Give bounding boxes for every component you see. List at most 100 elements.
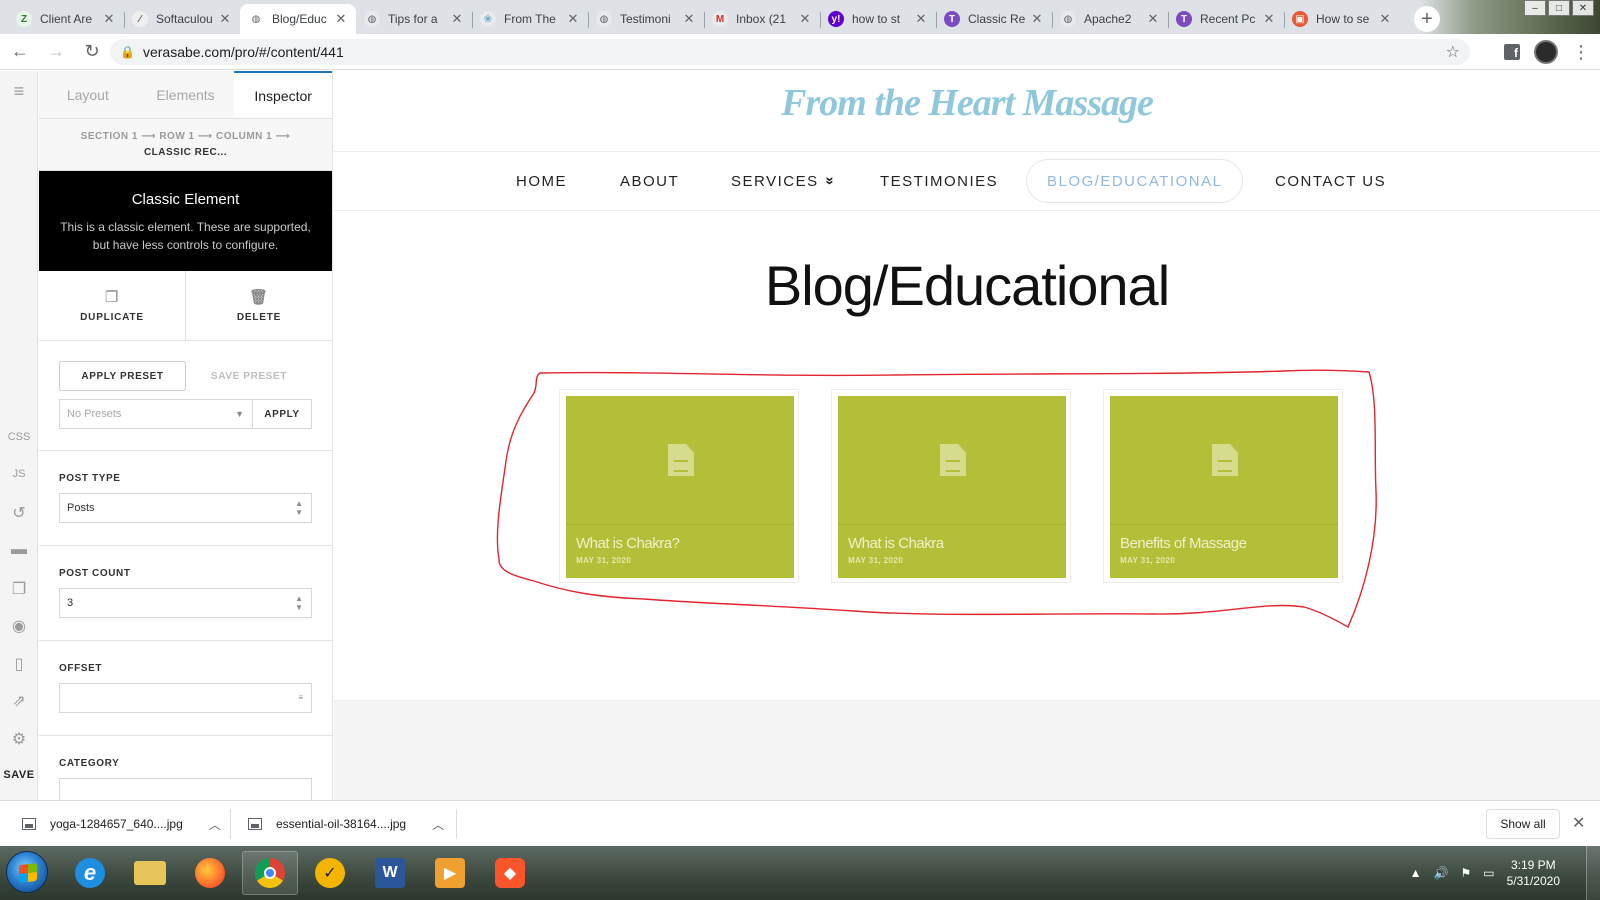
nav-contact-us[interactable]: CONTACT US	[1275, 152, 1386, 210]
post-type-select[interactable]: Posts ▲ ▼	[59, 493, 312, 523]
nav-blog-educational[interactable]: BLOG/EDUCATIONAL	[1026, 159, 1244, 203]
taskbar-word[interactable]: W	[362, 851, 418, 895]
post-card[interactable]: What is Chakra MAY 31, 2020	[831, 389, 1071, 583]
maximize-button[interactable]: □	[1548, 0, 1570, 16]
stepper-arrows-icon[interactable]: ▲ ▼	[295, 594, 303, 612]
taskbar-file-explorer[interactable]	[122, 851, 178, 895]
browser-tab[interactable]: ∕ Softaculou ✕	[124, 4, 240, 34]
post-card[interactable]: Benefits of Massage MAY 31, 2020	[1103, 389, 1343, 583]
taskbar-firefox[interactable]	[182, 851, 238, 895]
new-tab-button[interactable]: +	[1414, 6, 1440, 32]
bookmark-star-icon[interactable]: ☆	[1446, 42, 1460, 62]
nav-testimonies[interactable]: TESTIMONIES	[880, 152, 998, 210]
preview-icon[interactable]: ◉	[0, 616, 38, 636]
volume-icon[interactable]: 🔊	[1434, 866, 1449, 880]
browser-tab[interactable]: y! how to st ✕	[820, 4, 936, 34]
nav-services[interactable]: SERVICES »	[731, 152, 838, 210]
settings-gear-icon[interactable]: ⚙	[0, 729, 38, 749]
site-title[interactable]: From the Heart Massage	[334, 81, 1600, 125]
browser-tab[interactable]: ▣ How to se ✕	[1284, 4, 1400, 34]
tab-close-icon[interactable]: ✕	[566, 11, 580, 27]
chevron-up-icon[interactable]: ︿	[209, 816, 221, 833]
css-button[interactable]: CSS	[0, 431, 38, 443]
post-card[interactable]: What is Chakra? MAY 31, 2020	[559, 389, 799, 583]
browser-tab[interactable]: ◍ Blog/Educ ✕	[240, 4, 356, 34]
category-select[interactable]	[59, 778, 312, 800]
save-preset-button[interactable]: SAVE PRESET	[186, 371, 312, 382]
chevron-up-icon[interactable]: ︿	[432, 816, 444, 833]
post-title[interactable]: What is Chakra?	[576, 535, 784, 552]
taskbar-media-player[interactable]: ▶	[422, 851, 478, 895]
apply-preset-button[interactable]: APPLY PRESET	[59, 361, 186, 391]
tab-close-icon[interactable]: ✕	[682, 11, 696, 27]
templates-icon[interactable]: ❐	[0, 579, 38, 599]
tab-close-icon[interactable]: ✕	[1378, 11, 1392, 27]
minimize-button[interactable]: –	[1524, 0, 1546, 16]
browser-tab[interactable]: ◍ Apache2 ✕	[1052, 4, 1168, 34]
tab-inspector[interactable]: Inspector	[234, 71, 332, 118]
tab-layout[interactable]: Layout	[39, 71, 137, 118]
tab-close-icon[interactable]: ✕	[218, 11, 232, 27]
save-button[interactable]: SAVE	[0, 769, 38, 781]
preset-select[interactable]: No Presets ▼	[59, 399, 253, 429]
forward-button[interactable]: →	[40, 36, 72, 68]
duplicate-button[interactable]: ❐ DUPLICATE	[39, 271, 185, 340]
system-clock[interactable]: 3:19 PM 5/31/2020	[1507, 857, 1560, 889]
action-center-flag-icon[interactable]: ⚑	[1461, 866, 1472, 880]
back-button[interactable]: ←	[4, 36, 36, 68]
post-count-stepper[interactable]: 3 ▲ ▼	[59, 588, 312, 618]
tab-close-icon[interactable]: ✕	[914, 11, 928, 27]
taskbar-internet-explorer[interactable]: e	[62, 851, 118, 895]
browser-tab[interactable]: ◍ Testimoni ✕	[588, 4, 704, 34]
tab-close-icon[interactable]: ✕	[798, 11, 812, 27]
facebook-extension-icon[interactable]: f	[1504, 44, 1520, 60]
tab-elements[interactable]: Elements	[137, 71, 235, 118]
external-link-icon[interactable]: ⇗	[0, 691, 38, 711]
tab-close-icon[interactable]: ✕	[334, 11, 348, 27]
show-desktop-button[interactable]	[1586, 846, 1600, 900]
taskbar-chrome[interactable]	[242, 851, 298, 895]
tab-close-icon[interactable]: ✕	[1030, 11, 1044, 27]
close-window-button[interactable]: ✕	[1572, 0, 1594, 16]
reload-button[interactable]: ↻	[76, 36, 108, 68]
browser-tab[interactable]: M Inbox (21 ✕	[704, 4, 820, 34]
network-icon[interactable]: ▭	[1483, 866, 1494, 880]
close-shelf-icon[interactable]: ✕	[1572, 813, 1585, 833]
show-all-button[interactable]: Show all	[1486, 809, 1560, 839]
post-title[interactable]: What is Chakra	[848, 535, 1056, 552]
responsive-icon[interactable]: ▯	[0, 654, 38, 674]
apply-button[interactable]: APPLY	[253, 399, 312, 429]
tab-close-icon[interactable]: ✕	[102, 11, 116, 27]
hamburger-menu-icon[interactable]: ≡	[0, 81, 38, 102]
nav-home[interactable]: HOME	[516, 152, 567, 210]
js-button[interactable]: JS	[0, 468, 38, 480]
post-title[interactable]: Benefits of Massage	[1120, 535, 1328, 552]
address-bar[interactable]: 🔒 verasabe.com/pro/#/content/441 ☆	[110, 39, 1470, 65]
browser-tab[interactable]: T Recent Pc ✕	[1168, 4, 1284, 34]
browser-tab[interactable]: ◍ Tips for a ✕	[356, 4, 472, 34]
browser-tab[interactable]: T Classic Re ✕	[936, 4, 1052, 34]
browser-tab[interactable]: ❀ From The ✕	[472, 4, 588, 34]
taskbar-norton[interactable]: ✓	[302, 851, 358, 895]
breadcrumb-path[interactable]: SECTION 1 ⟶ ROW 1 ⟶ COLUMN 1 ⟶	[81, 129, 291, 145]
delete-button[interactable]: 🗑 DELETE	[185, 271, 332, 340]
layout-icon[interactable]: ▬	[0, 541, 38, 559]
tray-chevron-icon[interactable]: ▲	[1410, 866, 1422, 880]
tab-close-icon[interactable]: ✕	[1146, 11, 1160, 27]
nav-about[interactable]: ABOUT	[620, 152, 679, 210]
chrome-menu-icon[interactable]: ⋮	[1572, 42, 1590, 63]
history-icon[interactable]: ↺	[0, 503, 38, 523]
offset-input[interactable]: ≡	[59, 683, 312, 713]
profile-avatar[interactable]	[1534, 40, 1558, 64]
tab-close-icon[interactable]: ✕	[450, 11, 464, 27]
start-button[interactable]	[6, 851, 48, 893]
tab-close-icon[interactable]: ✕	[1262, 11, 1276, 27]
browser-tab[interactable]: Z Client Are ✕	[8, 4, 124, 34]
favicon-icon: ◍	[248, 11, 264, 27]
divider	[456, 809, 457, 839]
download-item[interactable]: yoga-1284657_640....jpg ︿	[22, 801, 221, 847]
clock-date: 5/31/2020	[1506, 874, 1560, 888]
download-item[interactable]: essential-oil-38164....jpg ︿	[248, 801, 444, 847]
taskbar-brave[interactable]: ◆	[482, 851, 538, 895]
post-meta: Benefits of Massage MAY 31, 2020	[1110, 524, 1338, 578]
